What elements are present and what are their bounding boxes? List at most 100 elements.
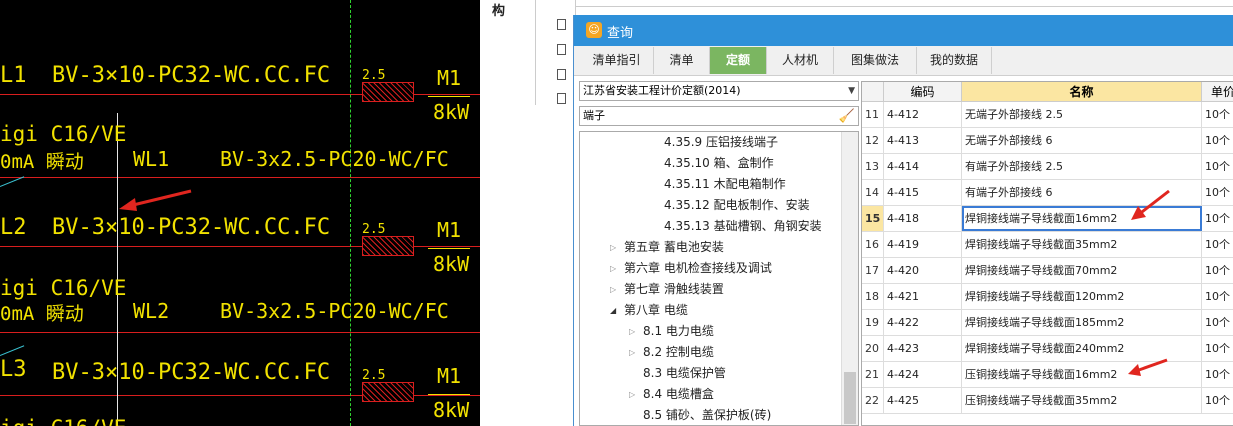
row-number[interactable]: 11 xyxy=(862,102,884,127)
tree-scrollbar[interactable] xyxy=(841,132,858,425)
tree-node[interactable]: 4.35.12 配电板制作、安装 xyxy=(664,195,810,216)
tab-labor-materials-machinery[interactable]: 人材机 xyxy=(767,47,834,74)
tab-my-data[interactable]: 我的数据 xyxy=(917,47,992,74)
table-row[interactable]: 21 4-424 压铜接线端子导线截面16mm2 10个 xyxy=(862,362,1233,388)
quota-unit[interactable]: 10个 xyxy=(1202,102,1233,127)
quota-name[interactable]: 无端子外部接线 2.5 xyxy=(962,102,1202,127)
quota-code[interactable]: 4-414 xyxy=(884,154,962,179)
row-number[interactable]: 13 xyxy=(862,154,884,179)
tree-node[interactable]: ◢ 第八章 电缆 xyxy=(610,300,688,321)
quota-name[interactable]: 无端子外部接线 6 xyxy=(962,128,1202,153)
quota-code[interactable]: 4-415 xyxy=(884,180,962,205)
quota-unit[interactable]: 10个 xyxy=(1202,284,1233,309)
row-number[interactable]: 12 xyxy=(862,128,884,153)
quota-code[interactable]: 4-422 xyxy=(884,310,962,335)
document-icon[interactable] xyxy=(557,69,566,80)
row-number[interactable]: 20 xyxy=(862,336,884,361)
expand-arrow-icon[interactable]: ▷ xyxy=(629,342,635,363)
document-icon[interactable] xyxy=(557,19,566,30)
quota-code[interactable]: 4-421 xyxy=(884,284,962,309)
quota-unit[interactable]: 10个 xyxy=(1202,336,1233,361)
chevron-down-icon[interactable]: ▼ xyxy=(848,82,855,100)
quota-code[interactable]: 4-412 xyxy=(884,102,962,127)
quota-code[interactable]: 4-420 xyxy=(884,258,962,283)
tree-node[interactable]: 4.35.9 压铝接线端子 xyxy=(664,132,778,153)
document-icon[interactable] xyxy=(557,93,566,104)
table-row[interactable]: 12 4-413 无端子外部接线 6 10个 xyxy=(862,128,1233,154)
quota-unit[interactable]: 10个 xyxy=(1202,180,1233,205)
quota-name[interactable]: 焊铜接线端子导线截面185mm2 xyxy=(962,310,1202,335)
quota-unit[interactable]: 10个 xyxy=(1202,258,1233,283)
tree-node[interactable]: 4.35.13 基础槽钢、角钢安装 xyxy=(664,216,822,237)
search-input[interactable]: 端子 🧹 xyxy=(579,106,859,126)
quota-unit[interactable]: 10个 xyxy=(1202,388,1233,413)
quota-tree[interactable]: 4.35.9 压铝接线端子 4.35.10 箱、盒制作 4.35.11 木配电箱… xyxy=(579,131,859,426)
quota-unit[interactable]: 10个 xyxy=(1202,128,1233,153)
cad-drawing-canvas[interactable]: L1 BV-3×10-PC32-WC.CC.FC M1 2.5 8kW igi … xyxy=(0,0,480,426)
expand-arrow-icon[interactable]: ▷ xyxy=(629,384,635,405)
tree-node[interactable]: ▷ 8.1 电力电缆 xyxy=(629,321,714,342)
document-icon[interactable] xyxy=(557,44,566,55)
collapse-arrow-icon[interactable]: ◢ xyxy=(610,300,616,321)
quota-code[interactable]: 4-418 xyxy=(884,206,962,231)
quota-unit[interactable]: 10个 xyxy=(1202,232,1233,257)
tree-node[interactable]: ▷ 8.4 电缆槽盒 xyxy=(629,384,714,405)
dialog-titlebar[interactable]: ☺ 查询 xyxy=(574,15,1233,46)
table-row[interactable]: 11 4-412 无端子外部接线 2.5 10个 xyxy=(862,102,1233,128)
row-number[interactable]: 15 xyxy=(862,206,884,231)
tree-node[interactable]: 8.3 电缆保护管 xyxy=(643,363,726,384)
grid-header-name[interactable]: 名称 xyxy=(962,82,1202,102)
table-row[interactable]: 15 4-418 焊铜接线端子导线截面16mm2 10个 xyxy=(862,206,1233,232)
clear-broom-icon[interactable]: 🧹 xyxy=(839,108,855,126)
table-row[interactable]: 14 4-415 有端子外部接线 6 10个 xyxy=(862,180,1233,206)
table-row[interactable]: 20 4-423 焊铜接线端子导线截面240mm2 10个 xyxy=(862,336,1233,362)
quota-library-select[interactable]: 江苏省安装工程计价定额(2014) ▼ xyxy=(579,81,859,101)
tab-atlas-method[interactable]: 图集做法 xyxy=(834,47,917,74)
tab-quota[interactable]: 定额 xyxy=(710,47,767,74)
quota-name[interactable]: 焊铜接线端子导线截面70mm2 xyxy=(962,258,1202,283)
table-row[interactable]: 18 4-421 焊铜接线端子导线截面120mm2 10个 xyxy=(862,284,1233,310)
table-row[interactable]: 22 4-425 压铜接线端子导线截面35mm2 10个 xyxy=(862,388,1233,414)
tree-node[interactable]: ▷ 第五章 蓄电池安装 xyxy=(610,237,724,258)
table-row[interactable]: 19 4-422 焊铜接线端子导线截面185mm2 10个 xyxy=(862,310,1233,336)
table-row[interactable]: 17 4-420 焊铜接线端子导线截面70mm2 10个 xyxy=(862,258,1233,284)
grid-header-unit[interactable]: 单价 xyxy=(1202,82,1233,102)
quota-code[interactable]: 4-425 xyxy=(884,388,962,413)
row-number[interactable]: 19 xyxy=(862,310,884,335)
row-number[interactable]: 18 xyxy=(862,284,884,309)
row-number[interactable]: 22 xyxy=(862,388,884,413)
quota-unit[interactable]: 10个 xyxy=(1202,310,1233,335)
expand-arrow-icon[interactable]: ▷ xyxy=(610,258,616,279)
quota-unit[interactable]: 10个 xyxy=(1202,154,1233,179)
cad-circuit-label: WL1 xyxy=(133,147,170,171)
quota-name[interactable]: 焊铜接线端子导线截面35mm2 xyxy=(962,232,1202,257)
tree-node[interactable]: 4.35.11 木配电箱制作 xyxy=(664,174,786,195)
table-row[interactable]: 13 4-414 有端子外部接线 2.5 10个 xyxy=(862,154,1233,180)
row-number[interactable]: 16 xyxy=(862,232,884,257)
tree-node[interactable]: 8.5 铺砂、盖保护板(砖) xyxy=(643,405,771,425)
row-number[interactable]: 21 xyxy=(862,362,884,387)
quota-code[interactable]: 4-423 xyxy=(884,336,962,361)
row-number[interactable]: 14 xyxy=(862,180,884,205)
scrollbar-thumb[interactable] xyxy=(844,372,856,424)
quota-name[interactable]: 焊铜接线端子导线截面120mm2 xyxy=(962,284,1202,309)
quota-name[interactable]: 有端子外部接线 2.5 xyxy=(962,154,1202,179)
quota-unit[interactable]: 10个 xyxy=(1202,362,1233,387)
expand-arrow-icon[interactable]: ▷ xyxy=(610,279,616,300)
tree-node[interactable]: ▷ 8.2 控制电缆 xyxy=(629,342,714,363)
quota-code[interactable]: 4-424 xyxy=(884,362,962,387)
tree-node[interactable]: ▷ 第七章 滑触线装置 xyxy=(610,279,724,300)
tree-node[interactable]: 4.35.10 箱、盒制作 xyxy=(664,153,774,174)
table-row[interactable]: 16 4-419 焊铜接线端子导线截面35mm2 10个 xyxy=(862,232,1233,258)
expand-arrow-icon[interactable]: ▷ xyxy=(629,321,635,342)
tab-list[interactable]: 清单 xyxy=(654,47,710,74)
grid-header-code[interactable]: 编码 xyxy=(884,82,962,102)
quota-code[interactable]: 4-419 xyxy=(884,232,962,257)
tree-node[interactable]: ▷ 第六章 电机检查接线及调试 xyxy=(610,258,772,279)
quota-name[interactable]: 压铜接线端子导线截面35mm2 xyxy=(962,388,1202,413)
row-number[interactable]: 17 xyxy=(862,258,884,283)
quota-unit[interactable]: 10个 xyxy=(1202,206,1233,231)
quota-code[interactable]: 4-413 xyxy=(884,128,962,153)
tab-list-guide[interactable]: 清单指引 xyxy=(580,47,654,74)
expand-arrow-icon[interactable]: ▷ xyxy=(610,237,616,258)
